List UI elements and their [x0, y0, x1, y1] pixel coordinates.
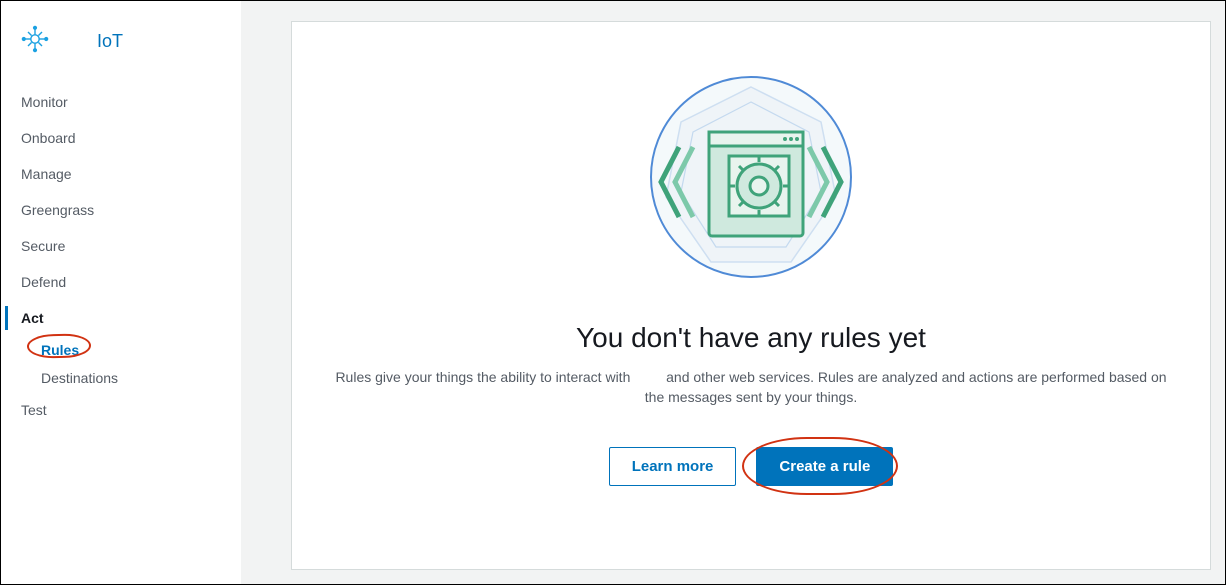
brand[interactable]: IoT	[1, 19, 241, 84]
sidebar-item-onboard[interactable]: Onboard	[1, 120, 241, 156]
sidebar-item-test[interactable]: Test	[1, 392, 241, 428]
rules-illustration-icon	[631, 62, 871, 292]
sidebar-item-act[interactable]: Act	[1, 300, 241, 336]
sidebar-item-monitor[interactable]: Monitor	[1, 84, 241, 120]
sidebar-subitem-label: Rules	[41, 342, 79, 358]
sidebar-item-secure[interactable]: Secure	[1, 228, 241, 264]
act-subnav: Rules Destinations	[1, 336, 241, 392]
sidebar-subitem-rules[interactable]: Rules	[1, 336, 241, 364]
sidebar-item-manage[interactable]: Manage	[1, 156, 241, 192]
brand-text: IoT	[59, 31, 123, 52]
main-area: You don't have any rules yet Rules give …	[241, 1, 1225, 584]
sidebar-item-defend[interactable]: Defend	[1, 264, 241, 300]
empty-state-title: You don't have any rules yet	[576, 322, 926, 354]
brand-icon	[21, 25, 49, 58]
empty-state-description: Rules give your things the ability to in…	[332, 368, 1170, 407]
learn-more-button[interactable]: Learn more	[609, 447, 737, 486]
desc-text-pre: Rules give your things the ability to in…	[335, 369, 634, 385]
desc-text-post: and other web services. Rules are analyz…	[645, 369, 1167, 405]
button-row: Learn more Create a rule	[609, 447, 894, 486]
nav: Monitor Onboard Manage Greengrass Secure…	[1, 84, 241, 428]
empty-state-panel: You don't have any rules yet Rules give …	[291, 21, 1211, 570]
sidebar-subitem-destinations[interactable]: Destinations	[1, 364, 241, 392]
create-rule-wrap: Create a rule	[756, 447, 893, 486]
sidebar-item-greengrass[interactable]: Greengrass	[1, 192, 241, 228]
sidebar: IoT Monitor Onboard Manage Greengrass Se…	[1, 1, 241, 584]
create-rule-button[interactable]: Create a rule	[756, 447, 893, 486]
